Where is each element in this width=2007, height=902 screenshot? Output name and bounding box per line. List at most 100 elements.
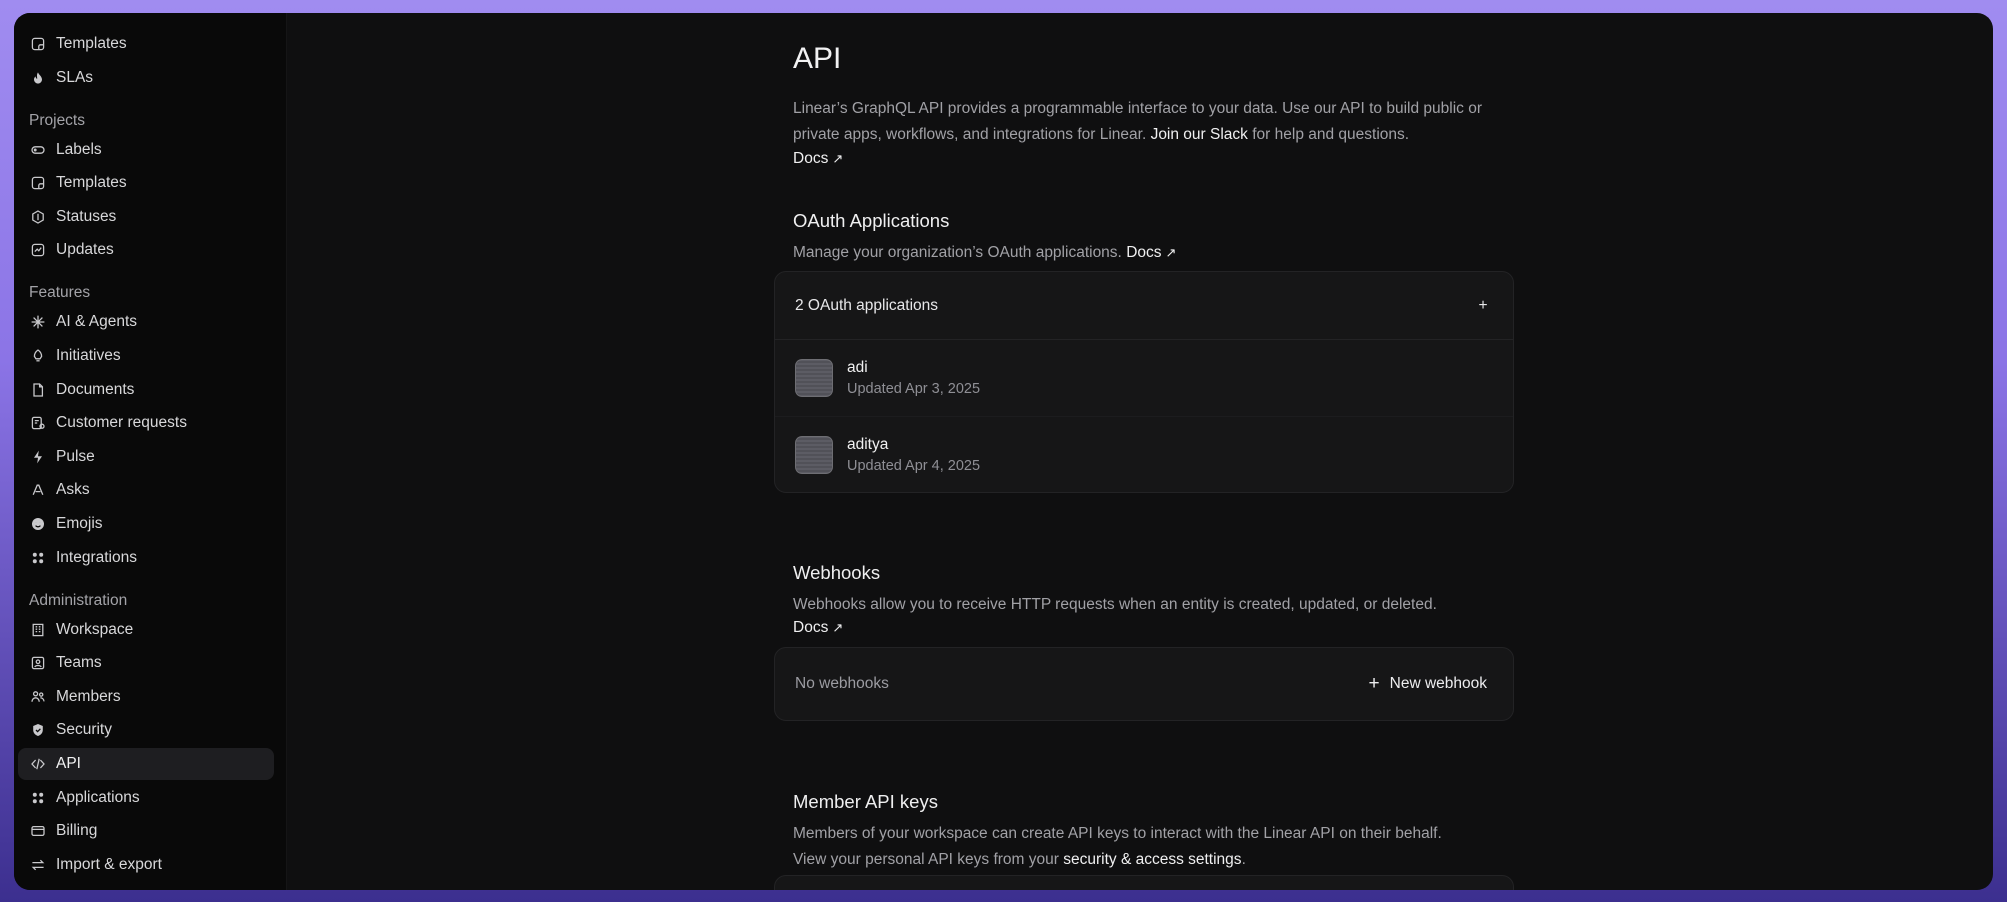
sidebar-item-label: Templates <box>56 35 127 52</box>
app-info: aditya Updated Apr 4, 2025 <box>847 436 980 474</box>
sidebar-item-statuses[interactable]: Statuses <box>18 201 274 233</box>
sidebar-item-initiatives[interactable]: Initiatives <box>18 340 274 372</box>
chart-icon <box>29 241 47 259</box>
member-keys-header: Member API keys Members of your workspac… <box>793 791 1513 873</box>
flame-icon <box>29 69 47 87</box>
docs-label: Docs <box>793 619 829 636</box>
docs-label: Docs <box>1126 244 1162 261</box>
sidebar-item-label: Updates <box>56 241 114 259</box>
sidebar-item-label: Billing <box>56 822 98 840</box>
settings-sidebar: Templates SLAs Projects Labels Templates Stat… <box>14 13 287 890</box>
sidebar-item-api[interactable]: API <box>18 747 274 780</box>
api-intro: Linear’s GraphQL API provides a programm… <box>793 96 1513 168</box>
sidebar-item-templates[interactable]: Templates <box>18 28 274 60</box>
sidebar-item-security[interactable]: Security <box>18 714 274 746</box>
asks-icon <box>29 481 47 499</box>
webhooks-header: Webhooks Webhooks allow you to receive H… <box>793 562 1513 637</box>
sidebar-item-label: Workspace <box>56 620 134 638</box>
add-oauth-app-button[interactable]: + <box>1473 297 1493 315</box>
sparkle-icon <box>29 313 47 331</box>
sidebar-item-label: SLAs <box>56 68 94 86</box>
sidebar-item-documents[interactable]: Documents <box>18 374 274 406</box>
pulse-icon <box>29 448 47 466</box>
sidebar-item-templates[interactable]: Templates <box>18 167 274 199</box>
sidebar-item-label: Pulse <box>56 447 95 465</box>
sidebar-item-label: Teams <box>56 654 102 672</box>
member-keys-period: . <box>1241 851 1246 868</box>
webhooks-title: Webhooks <box>793 562 881 583</box>
external-arrow-icon: ↗ <box>832 151 844 166</box>
security-settings-link[interactable]: security & access settings <box>1063 851 1241 868</box>
sidebar-item-ai-agents[interactable]: AI & Agents <box>18 306 274 338</box>
sidebar-item-emojis[interactable]: Emojis <box>18 508 274 540</box>
oauth-app-row[interactable]: adi Updated Apr 3, 2025 <box>775 340 1513 416</box>
app-logo-icon <box>795 435 833 474</box>
sidebar-item-label: Labels <box>56 140 102 158</box>
tag-icon <box>29 141 47 159</box>
sidebar-item-label: API <box>56 754 81 772</box>
sidebar-section-heading: Projects <box>29 111 85 129</box>
oauth-docs-link[interactable]: Docs ↗ <box>1126 240 1176 266</box>
oauth-header: OAuth Applications Manage your organizat… <box>793 210 1176 266</box>
member-keys-card <box>774 875 1514 890</box>
grid-icon <box>29 549 47 567</box>
sidebar-item-import-export[interactable]: Import & export <box>18 849 274 881</box>
app-updated: Updated Apr 4, 2025 <box>847 457 981 474</box>
sidebar-item-label: Templates <box>56 174 127 192</box>
external-arrow-icon: ↗ <box>832 620 844 635</box>
app-updated: Updated Apr 3, 2025 <box>847 381 981 397</box>
docs-label: Docs <box>793 150 829 167</box>
building-icon <box>29 621 47 639</box>
sidebar-item-customer-requests[interactable]: Customer requests <box>18 407 274 439</box>
main-content: API Linear’s GraphQL API provides a prog… <box>287 13 1993 890</box>
emoji-icon <box>29 515 47 533</box>
template-icon <box>29 174 47 192</box>
no-webhooks-text: No webhooks <box>795 675 889 692</box>
oauth-description: Manage your organization’s OAuth applica… <box>793 244 1122 261</box>
sidebar-item-integrations[interactable]: Integrations <box>18 542 274 574</box>
sidebar-item-label: Import & export <box>56 855 162 873</box>
rocket-icon <box>29 347 47 365</box>
oauth-app-row[interactable]: aditya Updated Apr 4, 2025 <box>775 416 1513 492</box>
sidebar-item-label: Asks <box>56 481 90 499</box>
code-icon <box>29 755 47 773</box>
app-name: adi <box>847 359 868 376</box>
app-logo-icon <box>795 359 833 397</box>
customer-icon <box>29 414 47 432</box>
join-slack-link[interactable]: Join our Slack <box>1151 126 1248 143</box>
card-icon <box>29 822 47 840</box>
page-title: API <box>793 42 842 75</box>
app-info: adi Updated Apr 3, 2025 <box>847 359 980 397</box>
new-webhook-button[interactable]: + New webhook <box>1369 673 1487 695</box>
sidebar-item-workspace[interactable]: Workspace <box>18 614 274 646</box>
sidebar-item-label: Initiatives <box>56 346 121 364</box>
external-arrow-icon: ↗ <box>1165 245 1177 260</box>
team-icon <box>29 654 47 672</box>
member-keys-line2: View your personal API keys from your <box>793 851 1059 868</box>
new-webhook-label: New webhook <box>1389 675 1487 692</box>
member-keys-title: Member API keys <box>793 791 938 812</box>
sidebar-item-slas[interactable]: SLAs <box>18 62 274 94</box>
sidebar-item-teams[interactable]: Teams <box>18 647 274 679</box>
sidebar-item-billing[interactable]: Billing <box>18 815 274 847</box>
webhooks-description: Webhooks allow you to receive HTTP reque… <box>793 596 1437 613</box>
sidebar-item-label: Emojis <box>56 514 103 532</box>
status-icon <box>29 208 47 226</box>
intro-suffix: for help and questions. <box>1252 126 1410 143</box>
sidebar-item-updates[interactable]: Updates <box>18 234 274 266</box>
member-keys-description: Members of your workspace can create API… <box>793 825 1442 842</box>
app-window: Templates SLAs Projects Labels Templates Stat… <box>14 13 1993 890</box>
webhooks-card: No webhooks + New webhook <box>774 647 1514 721</box>
members-icon <box>29 688 47 706</box>
sidebar-item-asks[interactable]: Asks <box>18 474 274 506</box>
oauth-title: OAuth Applications <box>793 210 950 231</box>
app-name: aditya <box>847 435 889 453</box>
api-docs-link[interactable]: Docs ↗ <box>793 150 843 168</box>
sidebar-item-labels[interactable]: Labels <box>18 134 274 166</box>
sidebar-item-label: Applications <box>56 788 140 806</box>
sidebar-item-members[interactable]: Members <box>18 681 274 713</box>
sidebar-item-pulse[interactable]: Pulse <box>18 441 274 473</box>
webhooks-docs-link[interactable]: Docs ↗ <box>793 619 843 637</box>
sidebar-item-applications[interactable]: Applications <box>18 782 274 814</box>
oauth-app-list: adi Updated Apr 3, 2025 aditya Updated Apr … <box>775 340 1513 492</box>
